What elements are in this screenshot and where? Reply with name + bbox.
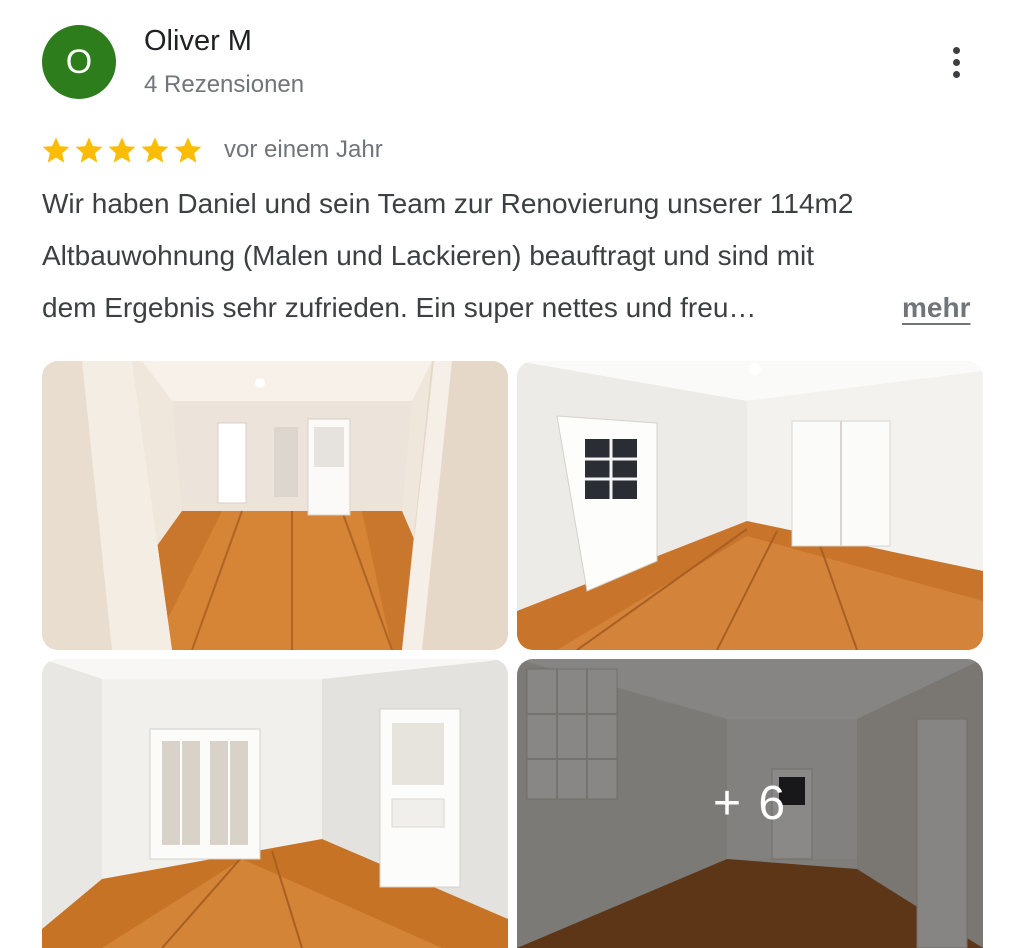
review-photo[interactable]: [42, 361, 508, 650]
star-rating: [40, 134, 204, 166]
avatar-initial: O: [65, 43, 93, 81]
reviewer-name[interactable]: Oliver M: [144, 24, 252, 58]
review-text-line: Altbauwohnung (Malen und Lackieren) beau…: [42, 240, 815, 271]
review-text-line: Wir haben Daniel und sein Team zur Renov…: [42, 188, 854, 219]
room-photo-image: [42, 659, 508, 948]
star-icon: [174, 137, 202, 163]
rating-row: vor einem Jahr: [40, 132, 383, 168]
more-photos-overlay[interactable]: + 6: [517, 659, 983, 948]
review-photo[interactable]: [42, 659, 508, 948]
star-icon: [141, 137, 169, 163]
review-date: vor einem Jahr: [224, 136, 383, 163]
more-link[interactable]: mehr: [902, 282, 970, 334]
room-photo-image: [42, 361, 508, 650]
more-photos-count: + 6: [712, 777, 788, 830]
room-photo-image: [517, 361, 983, 650]
menu-dot: [952, 70, 960, 78]
star-icon: [42, 137, 70, 163]
review-text-line: dem Ergebnis sehr zufrieden. Ein super n…: [42, 292, 757, 323]
review-photo[interactable]: [517, 361, 983, 650]
star-icon: [75, 137, 103, 163]
review-count[interactable]: 4 Rezensionen: [144, 70, 304, 100]
menu-dot: [952, 46, 960, 54]
more-vert-icon[interactable]: [936, 40, 976, 84]
star-icon: [108, 137, 136, 163]
menu-dot: [952, 58, 960, 66]
review-photo[interactable]: + 6: [517, 659, 983, 948]
avatar[interactable]: O: [42, 25, 116, 99]
review-text: Wir haben Daniel und sein Team zur Renov…: [42, 178, 992, 334]
